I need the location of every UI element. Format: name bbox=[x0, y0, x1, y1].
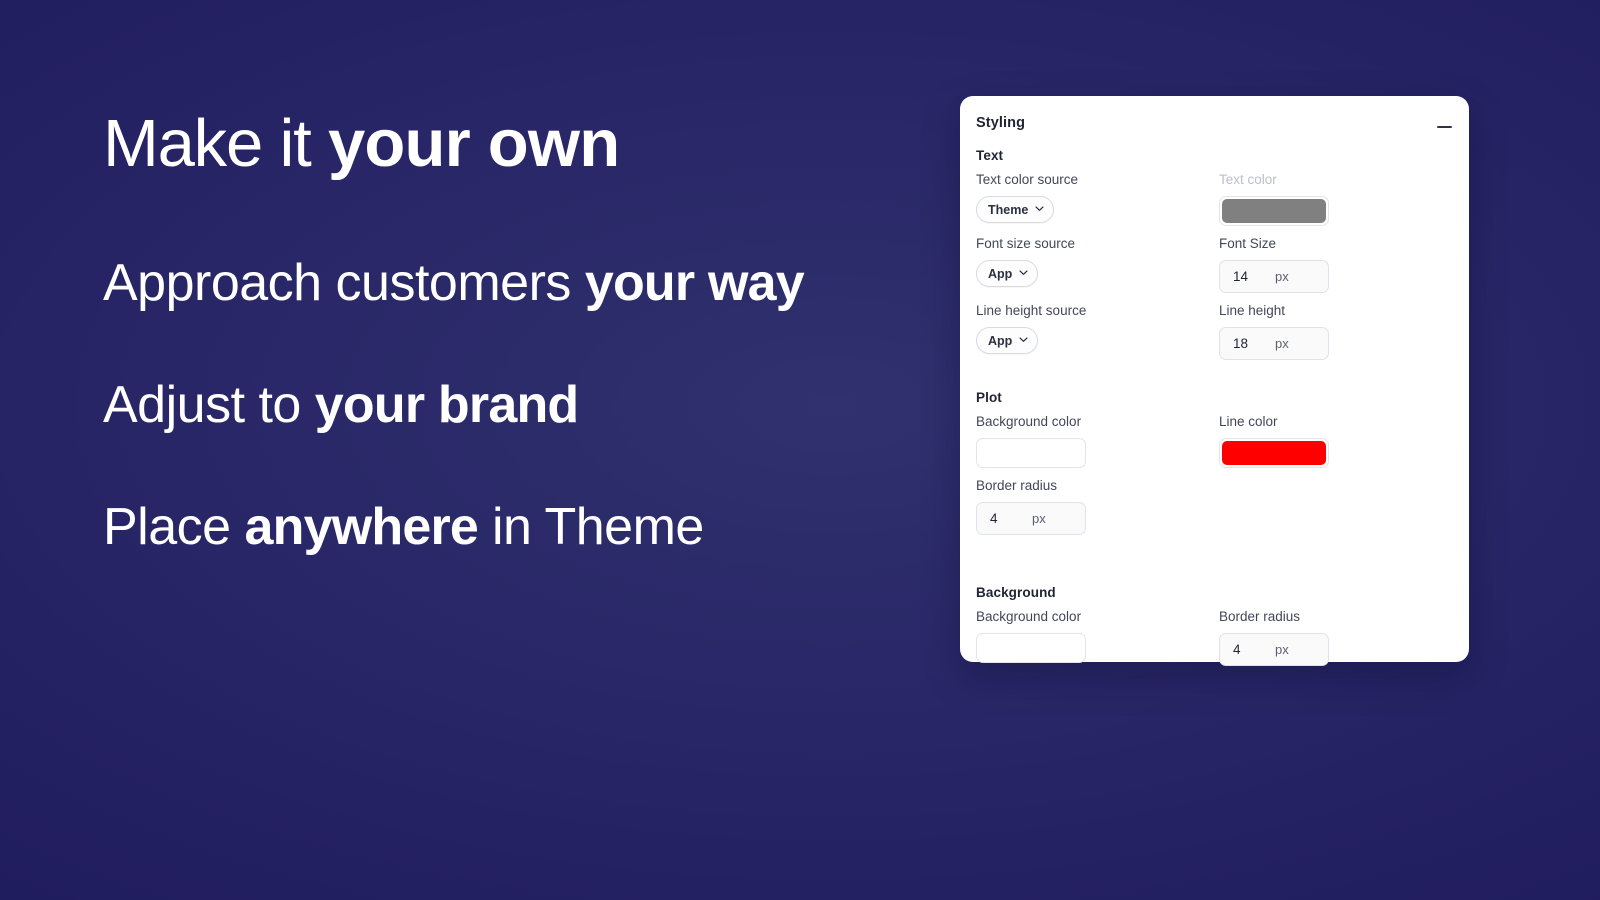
headline-2-emphasis: your way bbox=[584, 254, 805, 312]
input-font-size-value: 14 bbox=[1233, 269, 1249, 284]
panel-body: Text Text color source Theme Text color bbox=[960, 148, 1469, 666]
label-line-height-source: Line height source bbox=[976, 303, 1087, 318]
field-background-color: Background color bbox=[976, 608, 1219, 666]
field-text-color-source: Text color source Theme bbox=[976, 171, 1219, 226]
input-plot-border-radius-value: 4 bbox=[990, 511, 998, 526]
headline-1-emphasis: your own bbox=[327, 106, 620, 181]
label-background-border-radius: Border radius bbox=[1219, 609, 1301, 624]
panel-title: Styling bbox=[976, 115, 1026, 131]
chevron-down-icon bbox=[1019, 268, 1028, 277]
select-text-color-source-value: Theme bbox=[988, 202, 1029, 217]
select-text-color-source[interactable]: Theme bbox=[976, 196, 1055, 223]
field-row-font-size: Font size source App Font Size 14 px bbox=[976, 235, 1453, 293]
field-background-border-radius: Border radius 4 px bbox=[1219, 608, 1462, 666]
input-font-size[interactable]: 14 px bbox=[1219, 260, 1329, 293]
minimize-dash-icon[interactable] bbox=[1430, 113, 1458, 141]
label-line-height: Line height bbox=[1219, 303, 1286, 318]
label-plot-line-color: Line color bbox=[1219, 414, 1278, 429]
headline-4-prefix: Place bbox=[103, 498, 245, 556]
input-font-size-unit: px bbox=[1275, 269, 1289, 284]
input-plot-border-radius[interactable]: 4 px bbox=[976, 502, 1086, 535]
swatch-plot-line-color-fill bbox=[1222, 441, 1326, 465]
field-plot-spacer bbox=[1219, 477, 1462, 535]
field-row-background: Background color Border radius 4 px bbox=[976, 608, 1453, 666]
slide-canvas: Make it your own Approach customers your… bbox=[0, 0, 1600, 900]
select-font-size-source[interactable]: App bbox=[976, 260, 1039, 287]
headline-4: Place anywhere in Theme bbox=[103, 496, 903, 558]
field-plot-background-color: Background color bbox=[976, 413, 1219, 468]
headline-1: Make it your own bbox=[103, 104, 903, 184]
swatch-plot-background-color[interactable] bbox=[976, 438, 1086, 468]
minimize-bar bbox=[1436, 126, 1452, 128]
input-line-height-value: 18 bbox=[1233, 336, 1249, 351]
input-background-border-radius-unit: px bbox=[1275, 642, 1289, 657]
swatch-background-color-fill bbox=[977, 634, 1085, 662]
swatch-background-color[interactable] bbox=[976, 633, 1086, 663]
input-line-height[interactable]: 18 px bbox=[1219, 327, 1329, 360]
section-title-text: Text bbox=[976, 148, 1004, 163]
headline-3: Adjust to your brand bbox=[103, 374, 903, 436]
label-text-color-source: Text color source bbox=[976, 172, 1079, 187]
label-plot-background-color: Background color bbox=[976, 414, 1082, 429]
field-row-line-height: Line height source App Line height 18 px bbox=[976, 302, 1453, 360]
field-font-size: Font Size 14 px bbox=[1219, 235, 1462, 293]
select-line-height-source[interactable]: App bbox=[976, 327, 1039, 354]
panel-header: Styling bbox=[960, 96, 1469, 148]
field-plot-border-radius: Border radius 4 px bbox=[976, 477, 1219, 535]
input-plot-border-radius-unit: px bbox=[1032, 511, 1046, 526]
input-background-border-radius[interactable]: 4 px bbox=[1219, 633, 1329, 666]
headline-3-prefix: Adjust to bbox=[103, 376, 315, 434]
select-line-height-source-value: App bbox=[988, 333, 1013, 348]
headline-group: Make it your own Approach customers your… bbox=[103, 104, 903, 558]
field-plot-line-color: Line color bbox=[1219, 413, 1462, 468]
input-line-height-unit: px bbox=[1275, 336, 1289, 351]
headline-4-emphasis: anywhere bbox=[244, 498, 479, 556]
field-font-size-source: Font size source App bbox=[976, 235, 1219, 293]
label-background-color: Background color bbox=[976, 609, 1082, 624]
headline-3-emphasis: your brand bbox=[314, 376, 579, 434]
field-row-text-color: Text color source Theme Text color bbox=[976, 171, 1453, 226]
swatch-plot-line-color[interactable] bbox=[1219, 438, 1329, 468]
chevron-down-icon bbox=[1019, 335, 1028, 344]
select-font-size-source-value: App bbox=[988, 266, 1013, 281]
label-text-color: Text color bbox=[1219, 172, 1277, 187]
field-text-color: Text color bbox=[1219, 171, 1462, 226]
input-background-border-radius-value: 4 bbox=[1233, 642, 1241, 657]
swatch-text-color-fill bbox=[1222, 199, 1326, 223]
section-title-plot: Plot bbox=[976, 390, 1002, 405]
headline-4-suffix: in Theme bbox=[478, 498, 704, 556]
field-line-height: Line height 18 px bbox=[1219, 302, 1462, 360]
styling-panel: Styling Text Text color source Theme Tex… bbox=[960, 96, 1469, 666]
label-plot-border-radius: Border radius bbox=[976, 478, 1058, 493]
headline-1-prefix: Make it bbox=[103, 106, 328, 181]
section-title-background: Background bbox=[976, 585, 1056, 600]
label-font-size: Font Size bbox=[1219, 236, 1277, 251]
field-row-plot-radius: Border radius 4 px bbox=[976, 477, 1453, 535]
headline-2-prefix: Approach customers bbox=[103, 254, 585, 312]
field-row-plot-colors: Background color Line color bbox=[976, 413, 1453, 468]
headline-2: Approach customers your way bbox=[103, 252, 903, 314]
chevron-down-icon bbox=[1035, 204, 1044, 213]
label-font-size-source: Font size source bbox=[976, 236, 1076, 251]
field-line-height-source: Line height source App bbox=[976, 302, 1219, 360]
swatch-plot-background-color-fill bbox=[977, 439, 1085, 467]
swatch-text-color[interactable] bbox=[1219, 196, 1329, 226]
